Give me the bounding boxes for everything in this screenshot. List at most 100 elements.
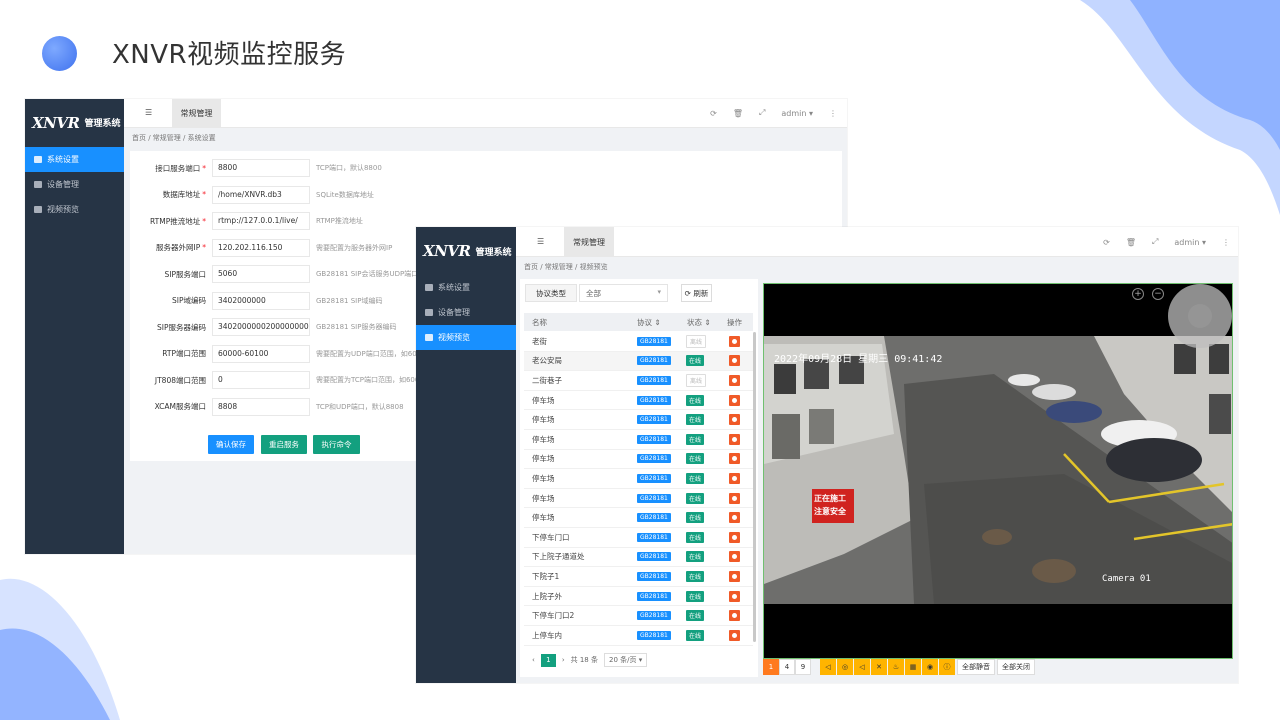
- protocol-filter-select[interactable]: 全部 ▾: [579, 284, 668, 302]
- layout-1-button[interactable]: 1: [763, 659, 779, 675]
- calendar-icon: [425, 334, 433, 341]
- play-icon[interactable]: [729, 531, 740, 543]
- status-badge: 在线: [686, 453, 705, 465]
- table-row[interactable]: 停车场 GB28181 在线: [524, 489, 753, 509]
- sidebar-item-system-settings[interactable]: 系统设置: [25, 147, 124, 172]
- field-input[interactable]: 60000-60100: [212, 344, 310, 363]
- table-row[interactable]: 老公安局 GB28181 在线: [524, 351, 753, 372]
- page-number[interactable]: 1: [540, 653, 556, 667]
- field-input[interactable]: 34020000002000000001: [212, 318, 310, 336]
- play-icon[interactable]: [729, 629, 740, 641]
- play-icon[interactable]: [729, 374, 740, 386]
- user-menu[interactable]: admin ▾: [1174, 238, 1206, 247]
- play-icon[interactable]: [729, 335, 740, 347]
- video-player[interactable]: 2022年09月28日 星期三 09:41:42 Camera 01 正在施工 …: [763, 283, 1233, 659]
- column-protocol[interactable]: 协议 ⇕: [637, 317, 661, 328]
- page-size-select[interactable]: 20 条/页 ▾: [603, 653, 648, 667]
- ptz-control-pad[interactable]: [1168, 284, 1232, 348]
- table-row[interactable]: 下停车门口2 GB28181 在线: [524, 606, 753, 626]
- layout-4-button[interactable]: 4: [779, 659, 795, 675]
- field-input[interactable]: /home/XNVR.db3: [212, 185, 310, 204]
- column-name[interactable]: 名称: [532, 317, 547, 328]
- execute-command-button[interactable]: 执行命令: [313, 435, 360, 454]
- table-row[interactable]: 停车场 GB28181 在线: [524, 508, 753, 528]
- info-icon[interactable]: ⓘ: [939, 659, 955, 675]
- table-row[interactable]: 停车场 GB28181 在线: [524, 469, 753, 489]
- tab-general-management[interactable]: 常规管理: [564, 227, 614, 257]
- play-icon[interactable]: [729, 551, 740, 563]
- record-icon[interactable]: ◎: [837, 659, 853, 675]
- save-button[interactable]: 确认保存: [208, 435, 254, 454]
- sidebar-item-video-preview[interactable]: 视频预览: [25, 197, 124, 222]
- speaker-off-icon[interactable]: ✕: [871, 659, 887, 675]
- refresh-icon[interactable]: ⟳: [710, 109, 717, 118]
- mute-icon[interactable]: ◁: [820, 659, 836, 675]
- play-icon[interactable]: [729, 355, 740, 367]
- play-icon[interactable]: [729, 492, 740, 504]
- user-menu[interactable]: admin ▾: [781, 109, 813, 118]
- ptz-center-button[interactable]: [1188, 304, 1212, 328]
- field-input[interactable]: 8800: [212, 159, 310, 177]
- refresh-icon[interactable]: ⟳: [1103, 238, 1110, 247]
- play-icon[interactable]: [729, 414, 740, 426]
- trash-icon[interactable]: 🗑: [1126, 238, 1136, 247]
- alarm-icon[interactable]: ♨: [888, 659, 904, 675]
- bottom-left-wave-decoration: [0, 578, 120, 720]
- sidebar-item-video-preview[interactable]: 视频预览: [416, 325, 516, 350]
- fullscreen-icon[interactable]: ⤢: [759, 108, 765, 118]
- play-icon[interactable]: [729, 570, 740, 582]
- mute-all-button[interactable]: 全部静音: [957, 659, 995, 675]
- device-name: 老街: [532, 336, 547, 346]
- table-row[interactable]: 停车场 GB28181 在线: [524, 450, 753, 470]
- field-hint: GB28181 SIP会话服务UDP端口: [316, 270, 419, 278]
- column-status[interactable]: 状态 ⇕: [687, 317, 711, 328]
- prev-page-icon[interactable]: ‹: [532, 656, 535, 664]
- play-icon[interactable]: [729, 453, 740, 465]
- zoom-out-icon[interactable]: −: [1152, 288, 1164, 300]
- play-icon[interactable]: [729, 394, 740, 406]
- sidebar-item-device-management[interactable]: 设备管理: [25, 172, 124, 197]
- menu-toggle-icon[interactable]: ☰: [145, 108, 152, 117]
- device-name: 下停车门口: [532, 532, 570, 542]
- zoom-in-icon[interactable]: +: [1132, 288, 1144, 300]
- trash-icon[interactable]: 🗑: [733, 109, 743, 118]
- field-input[interactable]: 120.202.116.150: [212, 238, 310, 257]
- field-input[interactable]: rtmp://127.0.0.1/live/: [212, 212, 310, 230]
- field-input[interactable]: 3402000000: [212, 291, 310, 310]
- sidebar-item-system-settings[interactable]: 系统设置: [416, 275, 516, 300]
- field-input[interactable]: 8808: [212, 397, 310, 416]
- more-icon[interactable]: ⋮: [1222, 238, 1230, 247]
- play-icon[interactable]: [729, 433, 740, 445]
- volume-icon[interactable]: ◁: [854, 659, 870, 675]
- snapshot-icon[interactable]: ◉: [922, 659, 938, 675]
- field-input[interactable]: 0: [212, 371, 310, 389]
- table-scrollbar[interactable]: [753, 332, 756, 642]
- table-row[interactable]: 上院子外 GB28181 在线: [524, 587, 753, 607]
- fullscreen-icon[interactable]: ⤢: [1152, 237, 1158, 247]
- table-row[interactable]: 停车场 GB28181 在线: [524, 430, 753, 450]
- field-input[interactable]: 5060: [212, 265, 310, 283]
- more-icon[interactable]: ⋮: [829, 109, 837, 118]
- top-bar: ☰ 常规管理 ⟳ 🗑 ⤢ admin ▾ ⋮: [516, 227, 1238, 257]
- table-row[interactable]: 停车场 GB28181 在线: [524, 410, 753, 430]
- table-row[interactable]: 下院子1 GB28181 在线: [524, 567, 753, 587]
- table-row[interactable]: 下停车门口 GB28181 在线: [524, 528, 753, 548]
- next-page-icon[interactable]: ›: [562, 656, 565, 664]
- table-row[interactable]: 上停车内 GB28181 在线: [524, 626, 753, 646]
- refresh-button[interactable]: ⟳ 刷新: [681, 284, 712, 302]
- play-icon[interactable]: [729, 610, 740, 622]
- table-row[interactable]: 停车场 GB28181 在线: [524, 391, 753, 411]
- play-icon[interactable]: [729, 472, 740, 484]
- tab-general-management[interactable]: 常规管理: [172, 99, 221, 128]
- grid-icon[interactable]: ▦: [905, 659, 921, 675]
- sidebar-item-device-management[interactable]: 设备管理: [416, 300, 516, 325]
- table-row[interactable]: 老街 GB28181 离线: [524, 332, 753, 352]
- table-row[interactable]: 二街巷子 GB28181 离线: [524, 371, 753, 391]
- menu-toggle-icon[interactable]: ☰: [537, 237, 544, 246]
- layout-9-button[interactable]: 9: [795, 659, 811, 675]
- table-row[interactable]: 下上院子通道处 GB28181 在线: [524, 548, 753, 568]
- close-all-button[interactable]: 全部关闭: [997, 659, 1035, 675]
- play-icon[interactable]: [729, 590, 740, 602]
- play-icon[interactable]: [729, 512, 740, 524]
- restart-service-button[interactable]: 重启服务: [261, 435, 307, 454]
